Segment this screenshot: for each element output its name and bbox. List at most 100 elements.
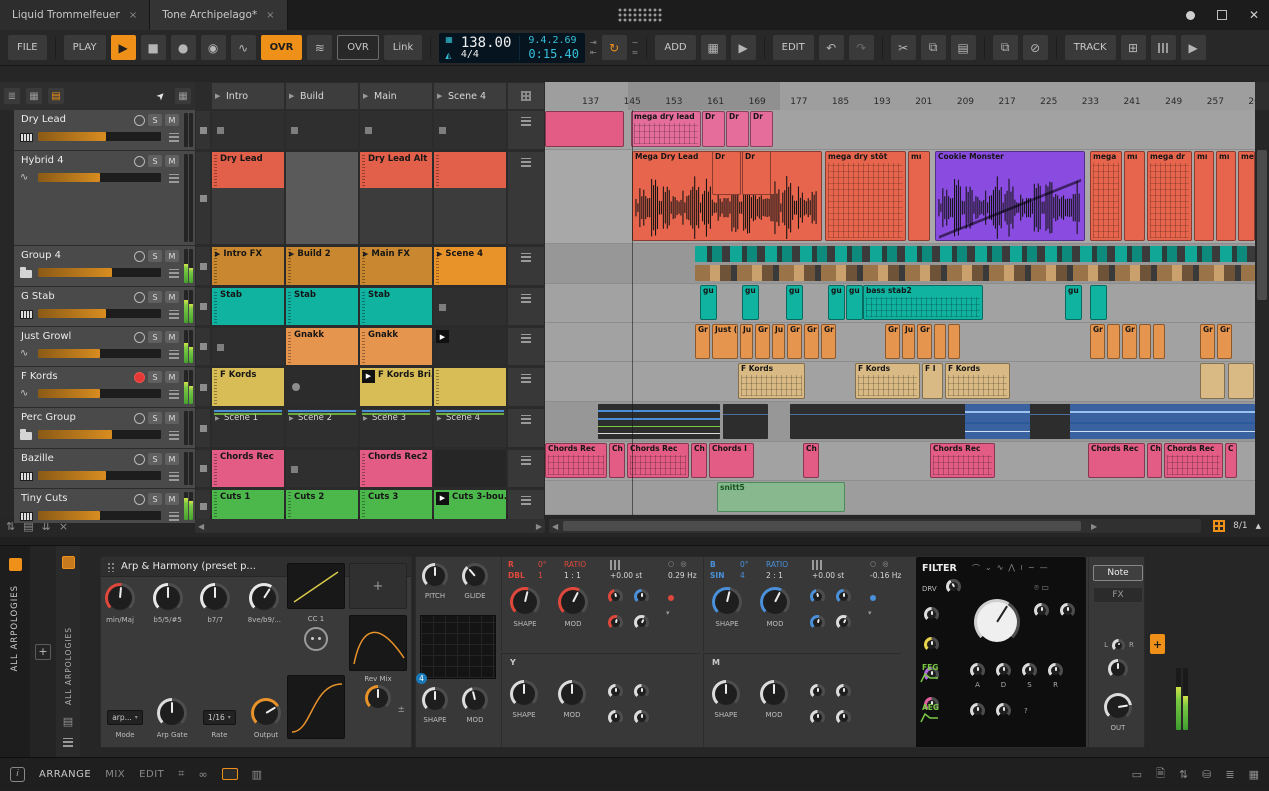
arranger-clip[interactable] [1107, 324, 1120, 359]
dual-display-icon[interactable]: ⌗ [178, 767, 184, 781]
scene-header-4[interactable]: ▶Scene 4 [434, 83, 506, 109]
clip-stop-cell[interactable] [196, 450, 210, 487]
sec-y-small-knob[interactable] [608, 684, 623, 699]
window-restore-icon[interactable] [1217, 10, 1227, 20]
paste-icon[interactable]: ▤ [951, 35, 976, 60]
arranger-clip[interactable]: Chords Rec [627, 443, 689, 478]
arp-knob-b5-5-5[interactable]: b5/5/#5 [153, 583, 183, 645]
launcher-clip[interactable]: Dry Lead [212, 152, 284, 188]
arranger-clip[interactable]: mı [1216, 151, 1236, 241]
filter-shape-icon[interactable]: ∿ [997, 563, 1004, 575]
clip-slot[interactable] [434, 450, 506, 487]
arp-output-knob[interactable]: Output [251, 698, 281, 739]
edit-view-button[interactable]: EDIT [139, 769, 164, 780]
out-knob[interactable]: OUT [1104, 693, 1132, 732]
io-panel-icon[interactable]: ⇅ [1179, 768, 1188, 781]
solo-button[interactable]: S [148, 453, 162, 465]
sec-y-small-knob[interactable] [634, 710, 649, 725]
arranger-track-lane[interactable]: F KordsF KordsF IF Kords [545, 362, 1255, 402]
amp-r-knob[interactable] [996, 703, 1011, 718]
record-button[interactable]: ● [171, 35, 196, 60]
launcher-clip[interactable]: Cuts 3 [360, 490, 432, 522]
osc-r-mod-dot[interactable] [668, 595, 674, 601]
clip-slot[interactable] [360, 111, 432, 149]
loop-icon[interactable]: ↻ [602, 35, 627, 60]
xy-pad[interactable] [420, 615, 496, 679]
track-menu-icon[interactable] [169, 350, 179, 359]
tab-close-icon[interactable]: × [266, 10, 274, 21]
mod-source-display[interactable] [287, 563, 345, 609]
track-row-g-stab[interactable]: G StabSM [14, 287, 195, 326]
osc-r-small-knob[interactable] [634, 589, 649, 604]
spread-icon[interactable] [812, 560, 822, 570]
pointer-tool-icon[interactable]: ➤ [150, 85, 173, 108]
project-tab-2[interactable]: Tone Archipelago* × [150, 0, 287, 30]
window-status-icon[interactable] [1186, 11, 1195, 20]
delete-icon[interactable]: ⊘ [1023, 35, 1048, 60]
device-chain-icon[interactable] [62, 556, 75, 569]
undo-icon[interactable]: ↶ [819, 35, 844, 60]
clip-slot[interactable]: Stab [286, 288, 358, 325]
monitor-knob[interactable] [1108, 659, 1128, 679]
clip-slot[interactable]: Cuts 2 [286, 490, 358, 522]
pitch-knob[interactable]: PITCH [422, 563, 448, 600]
punch-in-icon[interactable]: ⇥ [590, 39, 597, 47]
device-panel-toggle-icon[interactable] [222, 768, 238, 780]
osc-b-small-knob[interactable] [810, 615, 825, 630]
cut-icon[interactable]: ✂ [891, 35, 916, 60]
arranger-clip[interactable]: Ju [902, 324, 915, 359]
launcher-clip[interactable]: F Kords [212, 368, 284, 406]
clip-slot[interactable] [286, 111, 358, 149]
launcher-group-slot[interactable]: ▶Scene 3 [360, 409, 432, 447]
arranger-overdub-button[interactable]: OVR [337, 35, 378, 60]
link-button[interactable]: Link [384, 35, 422, 60]
wt-shape-knob[interactable]: SHAPE [422, 687, 448, 724]
sec-y-small-knob[interactable] [634, 684, 649, 699]
clip-slot[interactable] [434, 368, 506, 406]
group-summary-clip[interactable] [723, 404, 768, 439]
arranger-clip[interactable]: Ch [1147, 443, 1162, 478]
activity-button[interactable] [134, 156, 145, 167]
mute-button[interactable]: M [165, 331, 179, 343]
project-tab-1[interactable]: Liquid Trommelfeuer × [0, 0, 150, 30]
keyboard-panel-icon[interactable]: ▦ [1249, 768, 1259, 781]
automation-write-icon[interactable]: ∿ [231, 35, 256, 60]
group-summary-clip[interactable] [965, 404, 1030, 439]
activity-button[interactable] [134, 292, 145, 303]
mute-button[interactable]: M [165, 155, 179, 167]
record-arm-button[interactable] [134, 372, 145, 383]
arranger-clip[interactable]: F Kords [945, 363, 1010, 399]
scene-header-3[interactable]: ▶Main [360, 83, 432, 109]
mute-button[interactable]: M [165, 291, 179, 303]
arranger-clip[interactable] [1228, 363, 1254, 399]
vertical-scrollbar[interactable] [1255, 110, 1269, 515]
groove-icon[interactable]: ≋ [307, 35, 332, 60]
launcher-group-clip[interactable]: ▶Intro FX [212, 247, 284, 285]
arranger-clip[interactable]: Gr [821, 324, 836, 359]
cc1-control[interactable] [304, 627, 328, 651]
track-menu-icon[interactable] [169, 269, 179, 278]
activity-button[interactable] [134, 332, 145, 343]
window-close-icon[interactable]: ✕ [1249, 8, 1259, 22]
arranger-track-lane[interactable]: GrJust (JuGrJuGrGrGrGrJuGrGrGrGrGr [545, 323, 1255, 362]
info-icon[interactable]: i [10, 767, 25, 782]
pan-knob[interactable] [1112, 639, 1125, 652]
solo-button[interactable]: S [148, 250, 162, 262]
arranger-clip[interactable]: mı [908, 151, 930, 241]
solo-button[interactable]: S [148, 114, 162, 126]
arranger-clip[interactable]: gu [1065, 285, 1082, 320]
link-displays-icon[interactable]: ∞ [198, 768, 207, 781]
add-modulator-button[interactable]: + [349, 563, 407, 609]
drag-handle-icon[interactable] [107, 562, 115, 572]
activity-button[interactable] [134, 454, 145, 465]
arranger-timeline[interactable]: mega dry leadDrDrDrMega Dry LeadDrDrmega… [545, 110, 1255, 515]
launcher-group-slot[interactable]: ▶Scene 2 [286, 409, 358, 447]
osc-b-mod-knob[interactable]: MOD [760, 587, 790, 628]
clip-slot[interactable]: ▶Scene 4 [434, 409, 506, 447]
arranger-clip[interactable]: F Kords [855, 363, 920, 399]
launcher-toggle-icon[interactable]: ▤ [48, 88, 64, 104]
synth-device[interactable]: PITCHGLIDE4SHAPEMODRDBL0°1RATIO1 : 1+0.0… [415, 556, 1145, 748]
mappings-panel-icon[interactable]: ≣ [1225, 768, 1234, 781]
song-time[interactable]: 0:15.40 [528, 48, 579, 60]
scene-play-icon[interactable]: ▶ [215, 92, 220, 100]
